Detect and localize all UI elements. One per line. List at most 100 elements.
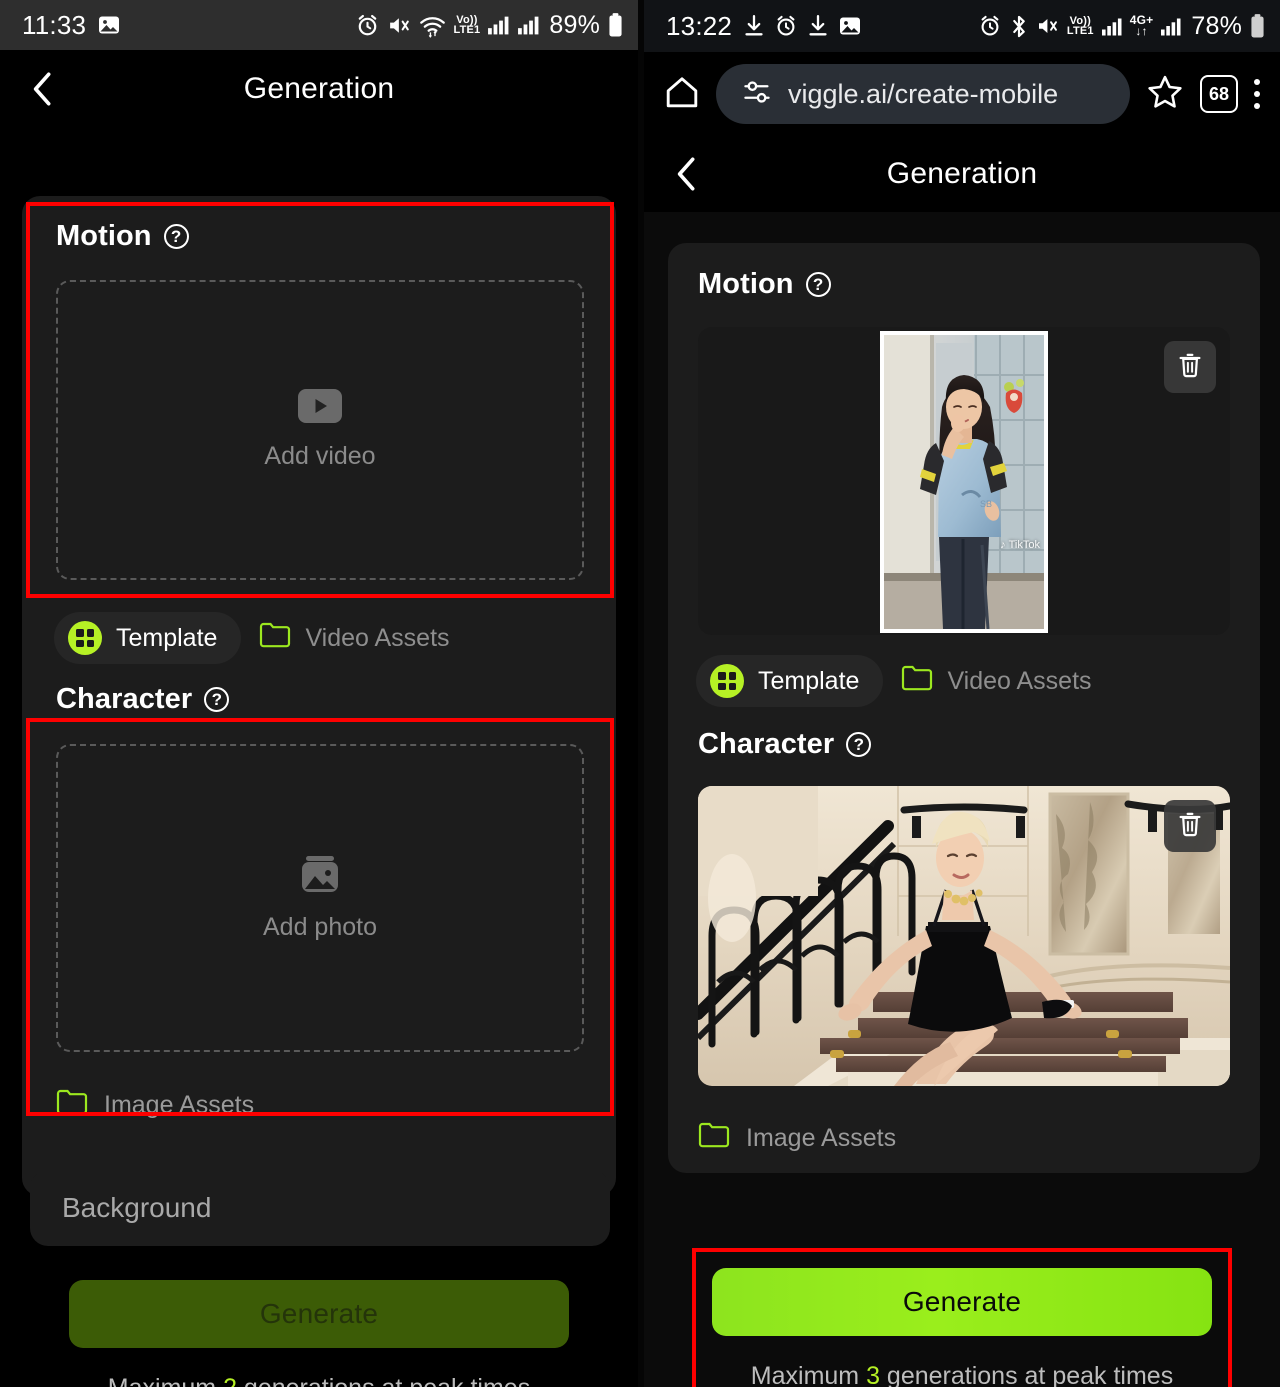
url-text: viggle.ai/create-mobile (788, 79, 1058, 110)
folder-icon (698, 1121, 730, 1155)
background-section[interactable]: Background (30, 1170, 610, 1246)
add-video-dropzone[interactable]: Add video (56, 280, 584, 580)
character-label: Character (698, 728, 834, 761)
motion-preview[interactable]: SB ♪ TikTok (698, 327, 1230, 635)
status-bar: 11:33 (0, 0, 638, 50)
character-label: Character (56, 683, 192, 716)
app-header: Generation (0, 50, 638, 128)
delete-motion-button[interactable] (1164, 341, 1216, 393)
screenshot-root: 11:33 (0, 0, 1280, 1387)
motion-video-frame: SB ♪ TikTok (884, 335, 1044, 629)
note-prefix: Maximum (108, 1374, 223, 1387)
generate-area: Generate Maximum 3 generations at peak t… (644, 1268, 1280, 1387)
add-photo-label: Add photo (263, 913, 377, 942)
generate-button-label: Generate (260, 1298, 378, 1330)
overflow-menu-icon[interactable] (1254, 79, 1260, 109)
right-phone-panel: 13:22 (644, 0, 1280, 1387)
motion-section-title: Motion ? (56, 220, 189, 253)
svg-text:SB: SB (980, 499, 992, 509)
help-icon[interactable]: ? (164, 224, 189, 249)
alarm-icon (774, 14, 798, 38)
home-icon[interactable] (664, 74, 700, 115)
grid-icon (710, 664, 744, 698)
status-time: 11:33 (22, 10, 86, 41)
character-preview[interactable] (698, 786, 1230, 1086)
image-placeholder-icon (299, 854, 341, 901)
signal-bars-icon-2 (1160, 16, 1182, 37)
play-icon (298, 389, 342, 430)
folder-icon (259, 621, 291, 655)
mute-icon (1036, 14, 1060, 38)
motion-label: Motion (698, 268, 794, 301)
page-title: Generation (244, 72, 394, 106)
image-assets-row[interactable]: Image Assets (56, 1088, 254, 1122)
signal-bars-icon-1 (1101, 16, 1123, 37)
note-prefix: Maximum (751, 1362, 866, 1387)
bluetooth-icon (1009, 14, 1029, 39)
alarm-icon (355, 13, 380, 38)
character-section-title: Character ? (56, 683, 229, 716)
chip-template[interactable]: Template (696, 655, 883, 707)
volte-label: Vo)) LTE1 (1067, 16, 1094, 37)
tab-count-button[interactable]: 68 (1200, 75, 1238, 113)
generate-button[interactable]: Generate (712, 1268, 1212, 1336)
note-suffix: generations at peak times (880, 1362, 1173, 1387)
signal-bars-icon-1 (487, 14, 510, 36)
generate-note: Maximum 3 generations at peak times (751, 1362, 1173, 1387)
background-label: Background (30, 1192, 211, 1224)
wifi-icon (419, 13, 446, 38)
motion-label: Motion (56, 220, 152, 253)
motion-video-thumbnail[interactable]: SB ♪ TikTok (880, 331, 1048, 633)
trash-icon (1176, 810, 1204, 843)
back-button[interactable] (670, 157, 704, 191)
delete-character-button[interactable] (1164, 800, 1216, 852)
tiktok-watermark-label: TikTok (1009, 539, 1040, 551)
chip-video-assets[interactable]: Video Assets (255, 612, 473, 664)
tune-icon[interactable] (742, 77, 772, 112)
chip-template-label: Template (758, 667, 859, 696)
chip-template[interactable]: Template (54, 612, 241, 664)
motion-section-title: Motion ? (698, 268, 831, 301)
chip-template-label: Template (116, 624, 217, 653)
star-icon[interactable] (1146, 73, 1184, 116)
browser-toolbar: viggle.ai/create-mobile 68 (644, 52, 1280, 136)
address-bar[interactable]: viggle.ai/create-mobile (716, 64, 1130, 124)
status-time: 13:22 (666, 11, 732, 42)
page-title: Generation (887, 157, 1037, 191)
signal-bars-icon-2 (517, 14, 540, 36)
generate-area: Generate Maximum 2 generations at peak t… (0, 1280, 638, 1387)
character-section-title: Character ? (698, 728, 871, 761)
battery-percent: 78% (1191, 12, 1242, 41)
grid-icon (68, 621, 102, 655)
battery-icon (1249, 13, 1266, 39)
motion-character-card: Motion ? Add video Template (22, 196, 616, 1196)
add-photo-dropzone[interactable]: Add photo (56, 744, 584, 1052)
left-phone-panel: 11:33 (0, 0, 638, 1387)
generate-button[interactable]: Generate (69, 1280, 569, 1348)
generate-note: Maximum 2 generations at peak times (108, 1374, 530, 1387)
status-bar: 13:22 (644, 0, 1280, 52)
trash-icon (1176, 351, 1204, 384)
mute-icon (387, 13, 412, 38)
chip-video-assets-label: Video Assets (305, 624, 449, 653)
note-count: 2 (223, 1374, 237, 1387)
alarm-icon (978, 14, 1002, 38)
volte-label: Vo)) LTE1 (453, 15, 480, 36)
image-assets-row[interactable]: Image Assets (698, 1121, 896, 1155)
back-button[interactable] (26, 72, 60, 106)
help-icon[interactable]: ? (204, 687, 229, 712)
generate-button-label: Generate (903, 1286, 1021, 1318)
help-icon[interactable]: ? (846, 732, 871, 757)
character-image (698, 786, 1230, 1086)
folder-icon (901, 664, 933, 698)
help-icon[interactable]: ? (806, 272, 831, 297)
app-header: Generation (644, 136, 1280, 212)
tiktok-watermark: ♪ TikTok (1000, 539, 1040, 551)
motion-source-chips: Template Video Assets (696, 655, 1116, 707)
chip-video-assets[interactable]: Video Assets (897, 655, 1115, 707)
download-icon (743, 14, 765, 38)
note-count: 3 (866, 1362, 880, 1387)
chip-video-assets-label: Video Assets (947, 667, 1091, 696)
image-assets-label: Image Assets (746, 1124, 896, 1153)
tiktok-note-icon: ♪ (1000, 539, 1006, 551)
